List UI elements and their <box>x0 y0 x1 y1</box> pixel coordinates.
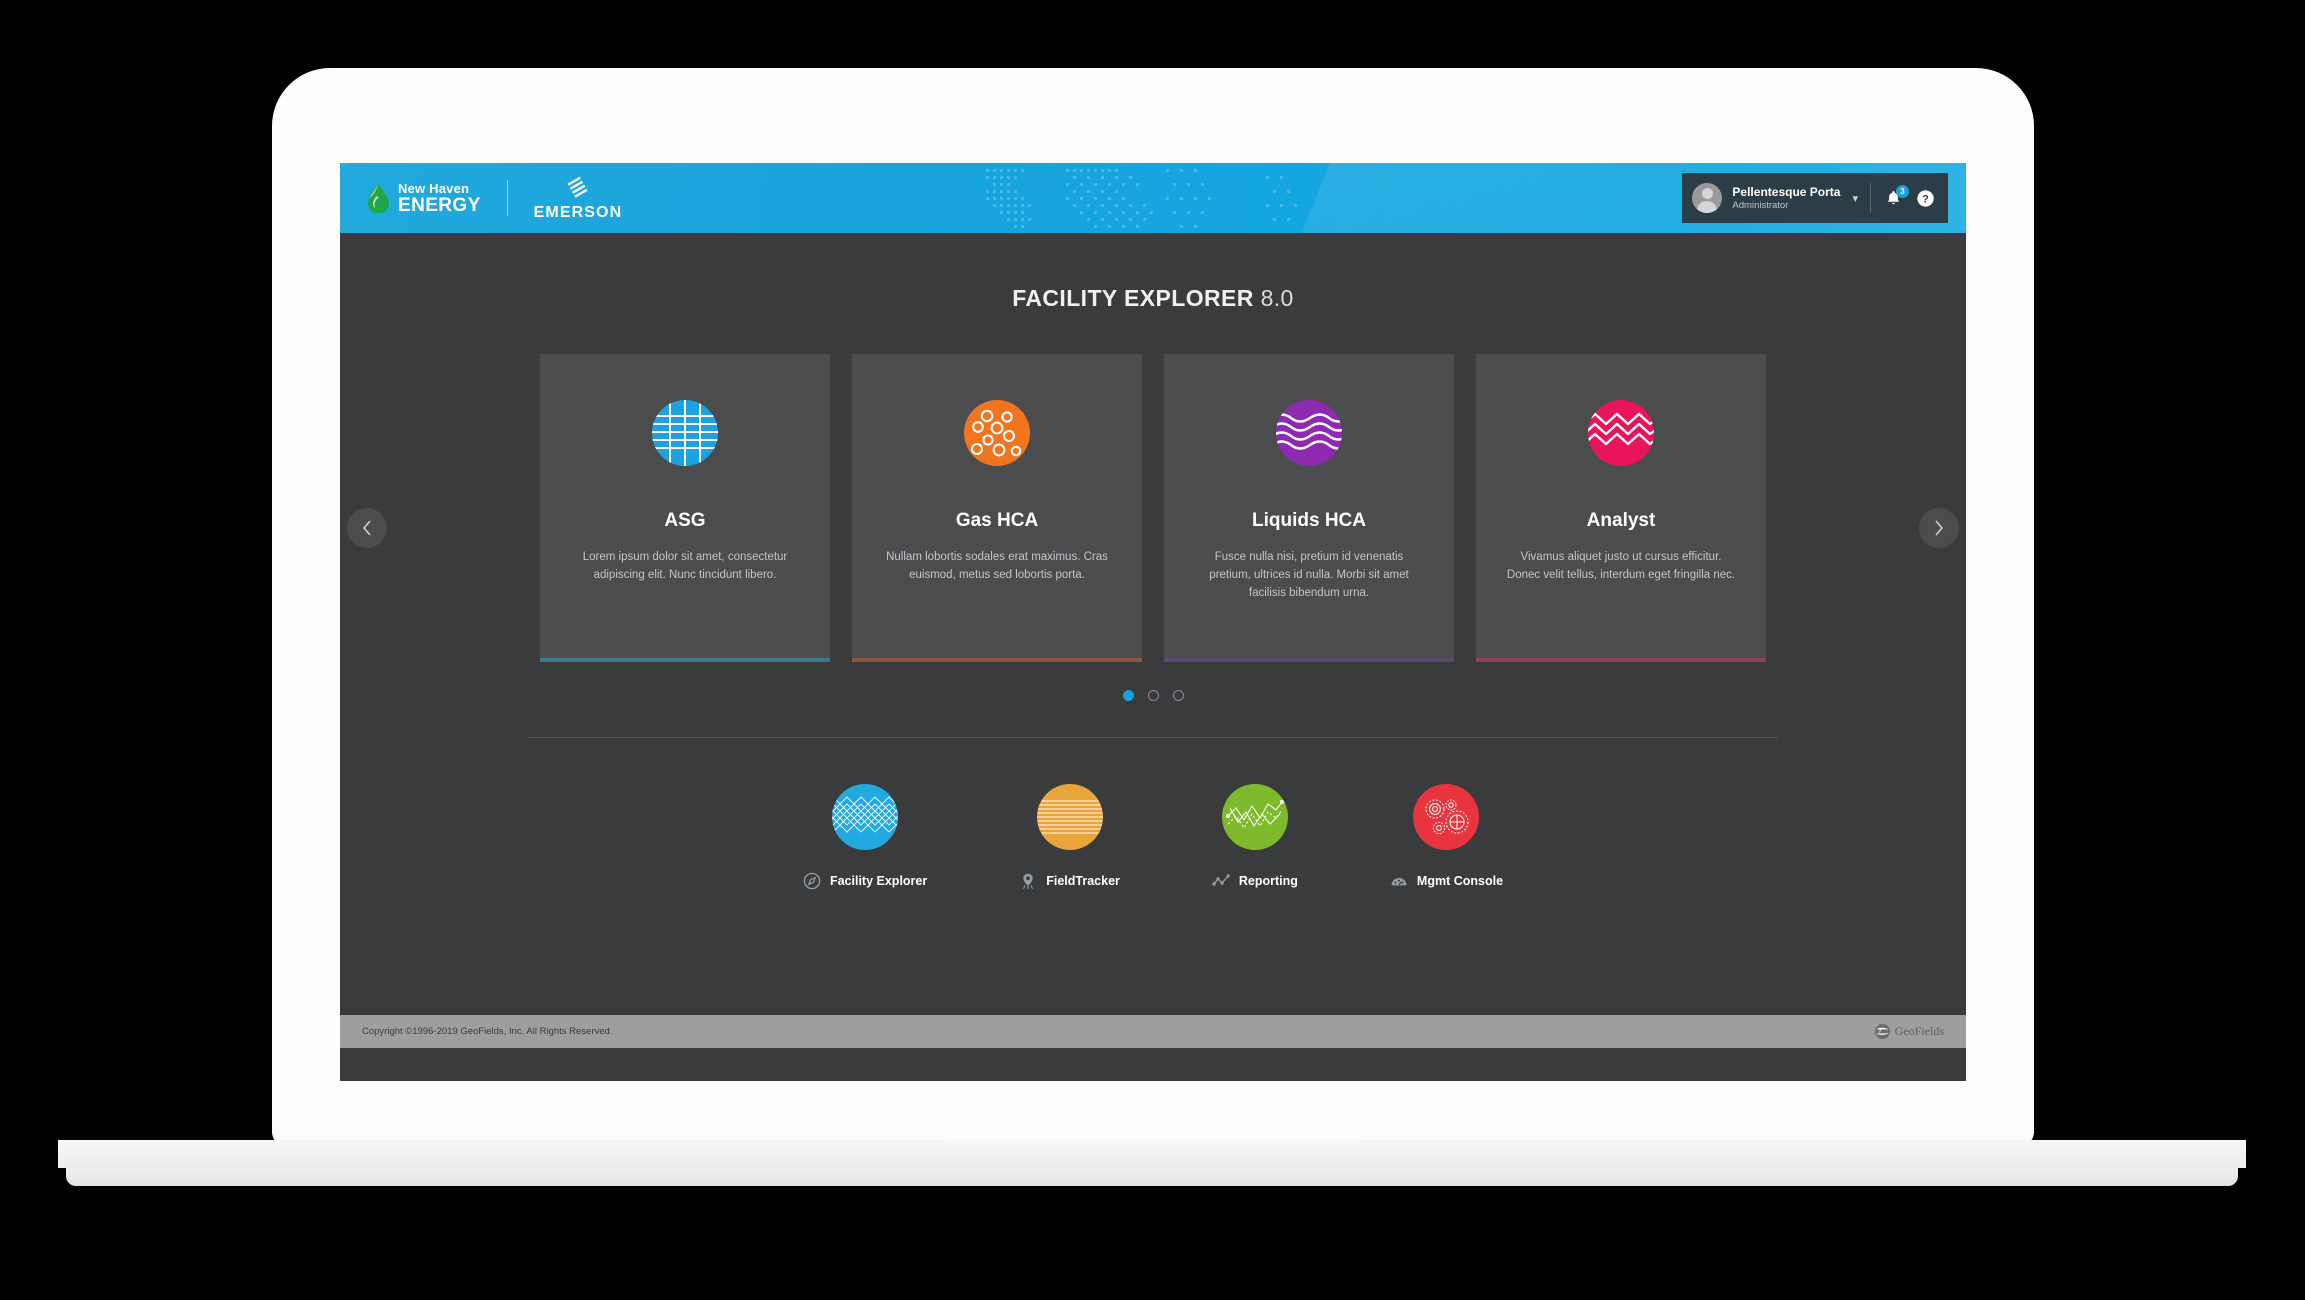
avatar <box>1692 183 1723 213</box>
module-carousel: ASG Lorem ipsum dolor sit amet, consecte… <box>340 354 1966 701</box>
laptop-base <box>58 1140 2246 1186</box>
shortcut-label-row: Mgmt Console <box>1390 872 1503 890</box>
shortcut-label: Facility Explorer <box>829 874 928 888</box>
chevron-right-icon <box>1935 519 1944 536</box>
module-card-asg[interactable]: ASG Lorem ipsum dolor sit amet, consecte… <box>540 354 830 662</box>
carousel-dot-1[interactable] <box>1122 690 1134 701</box>
module-card-gas-hca[interactable]: Gas HCA Nullam lobortis sodales erat max… <box>852 354 1142 662</box>
brand-divider <box>506 180 508 216</box>
main-content: FACILITY EXPLORER 8.0 ASG Lorem ipsum do… <box>340 233 1966 1048</box>
card-description: Lorem ipsum dolor sit amet, consectetur … <box>582 551 788 581</box>
user-menu-button[interactable]: Pellentesque Porta Administrator ▾ <box>1682 173 1870 223</box>
shortcut-label-row: Reporting <box>1212 872 1298 890</box>
card-description: Nullam lobortis sodales erat maximus. Cr… <box>886 551 1108 581</box>
page-title-product: FACILITY EXPLORER <box>1012 285 1254 311</box>
carousel-dot-2[interactable] <box>1147 690 1159 701</box>
app-footer: Copyright ©1996-2019 GeoFields, Inc. All… <box>340 1015 1966 1048</box>
carousel-next-button[interactable] <box>1919 507 1959 548</box>
card-title: Gas HCA <box>955 510 1039 531</box>
shortcut-label-row: Facility Explorer <box>803 872 927 890</box>
emerson-logo[interactable]: EMERSON <box>534 175 623 222</box>
notifications-button[interactable]: 3 <box>1884 184 1909 208</box>
module-card-analyst[interactable]: Analyst Vivamus aliquet justo ut cursus … <box>1476 354 1766 662</box>
new-haven-energy-wordmark: New Haven ENERGY <box>398 182 481 215</box>
carousel-dot-3[interactable] <box>1172 690 1184 701</box>
shortcut-label: Reporting <box>1238 874 1298 888</box>
map-pin-icon <box>1023 873 1034 889</box>
emerson-mark-icon <box>567 176 588 198</box>
analyst-zigzag-circle-icon <box>1588 400 1654 466</box>
svg-text:?: ? <box>1922 193 1929 205</box>
card-title: Liquids HCA <box>1252 510 1366 531</box>
header-icons: 3 ? <box>1871 173 1948 223</box>
app-shortcuts: Facility Explorer FieldTracker Reporting… <box>340 784 1966 890</box>
shortcut-label: FieldTracker <box>1046 874 1120 888</box>
card-accent-bar <box>852 658 1142 662</box>
shortcut-fieldtracker[interactable]: FieldTracker <box>1019 784 1120 890</box>
mesh-diamond-circle-icon <box>832 784 899 850</box>
carousel-dots <box>340 690 1966 701</box>
card-description: Vivamus aliquet justo ut cursus efficitu… <box>1506 551 1736 581</box>
user-panel: Pellentesque Porta Administrator ▾ 3 ? <box>1682 173 1948 223</box>
horizontal-lines-circle-icon <box>1036 784 1103 850</box>
brand-row: New Haven ENERGY EMERSON <box>366 163 622 233</box>
card-title: Analyst <box>1586 510 1656 531</box>
application-screen: New Haven ENERGY EMERSON Pellentesque Po… <box>340 163 1966 1081</box>
page-title: FACILITY EXPLORER 8.0 <box>340 233 1966 312</box>
help-button[interactable]: ? <box>1916 189 1935 208</box>
copyright-text: Copyright ©1996-2019 GeoFields, Inc. All… <box>362 1026 613 1037</box>
card-title: ASG <box>664 510 706 531</box>
emerson-wordmark: EMERSON <box>533 203 623 221</box>
user-role: Administrator <box>1732 199 1789 211</box>
section-divider <box>528 737 1778 738</box>
notification-badge: 3 <box>1896 184 1909 198</box>
asg-grid-circle-icon <box>652 400 718 466</box>
card-accent-bar <box>540 658 830 662</box>
shortcut-facility-explorer[interactable]: Facility Explorer <box>803 784 927 890</box>
screenshot-stage: New Haven ENERGY EMERSON Pellentesque Po… <box>0 0 2305 1300</box>
user-name: Pellentesque Porta <box>1732 185 1841 200</box>
gauge-icon <box>1391 878 1407 886</box>
chevron-down-icon: ▾ <box>1852 192 1858 205</box>
page-title-version: 8.0 <box>1260 285 1294 311</box>
compass-icon <box>803 872 821 890</box>
app-header: New Haven ENERGY EMERSON Pellentesque Po… <box>340 163 1966 233</box>
card-accent-bar <box>1476 658 1766 662</box>
geofields-logo-icon <box>1874 1023 1890 1040</box>
line-chart-circle-icon <box>1221 784 1288 850</box>
liquids-waves-circle-icon <box>1276 400 1342 466</box>
chart-line-icon <box>1212 874 1230 886</box>
carousel-prev-button[interactable] <box>347 507 387 548</box>
brand-line-2: ENERGY <box>398 194 481 216</box>
shortcut-mgmt-console[interactable]: Mgmt Console <box>1390 784 1503 890</box>
card-accent-bar <box>1164 658 1454 662</box>
user-meta: Pellentesque Porta Administrator <box>1732 185 1840 211</box>
shortcut-label: Mgmt Console <box>1416 874 1504 888</box>
module-card-liquids-hca[interactable]: Liquids HCA Fusce nulla nisi, pretium id… <box>1164 354 1454 662</box>
card-description: Fusce nulla nisi, pretium id venenatis p… <box>1209 551 1409 599</box>
chevron-left-icon <box>362 519 371 536</box>
water-drop-logo-icon <box>366 183 391 214</box>
shortcut-reporting[interactable]: Reporting <box>1212 784 1298 890</box>
new-haven-energy-logo[interactable]: New Haven ENERGY <box>366 182 481 215</box>
brand-line-1: New Haven <box>398 180 470 196</box>
geofields-wordmark: GeoFields <box>1894 1024 1944 1038</box>
gears-circle-icon <box>1413 784 1480 850</box>
shortcut-label-row: FieldTracker <box>1019 872 1120 890</box>
gas-bubbles-circle-icon <box>964 400 1030 466</box>
geofields-logo: GeoFields <box>1874 1023 1944 1040</box>
card-list: ASG Lorem ipsum dolor sit amet, consecte… <box>340 354 1966 662</box>
